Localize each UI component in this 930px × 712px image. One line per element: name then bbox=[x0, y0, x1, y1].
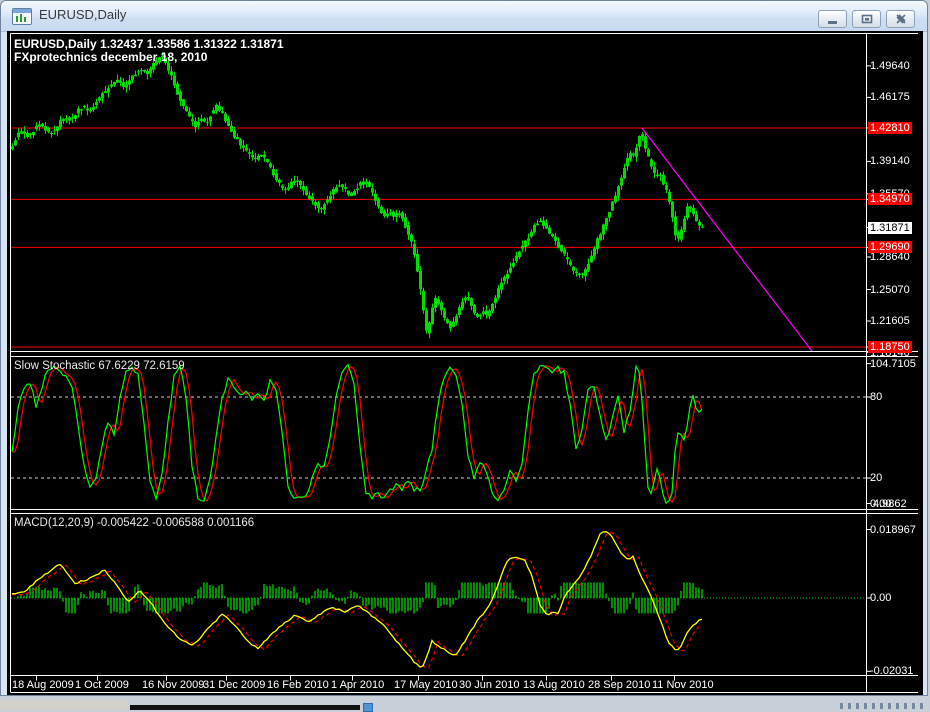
chart-client-area[interactable] bbox=[7, 31, 923, 695]
background-window-fragment bbox=[0, 697, 930, 710]
close-icon bbox=[895, 13, 907, 25]
close-button[interactable] bbox=[886, 10, 915, 28]
background-window-buttons bbox=[840, 703, 925, 709]
window-title: EURUSD,Daily bbox=[39, 7, 126, 22]
title-bar[interactable]: EURUSD,Daily bbox=[1, 1, 927, 32]
chart-window: EURUSD,Daily bbox=[0, 0, 928, 696]
restore-button[interactable] bbox=[852, 10, 881, 28]
restore-icon bbox=[861, 13, 873, 25]
background-area bbox=[0, 700, 128, 710]
background-window-icon bbox=[363, 703, 373, 712]
chart-window-icon bbox=[12, 8, 32, 25]
minimize-button[interactable] bbox=[818, 10, 847, 28]
window-controls bbox=[818, 10, 915, 28]
background-window-edge bbox=[130, 705, 360, 710]
minimize-icon bbox=[827, 13, 839, 25]
